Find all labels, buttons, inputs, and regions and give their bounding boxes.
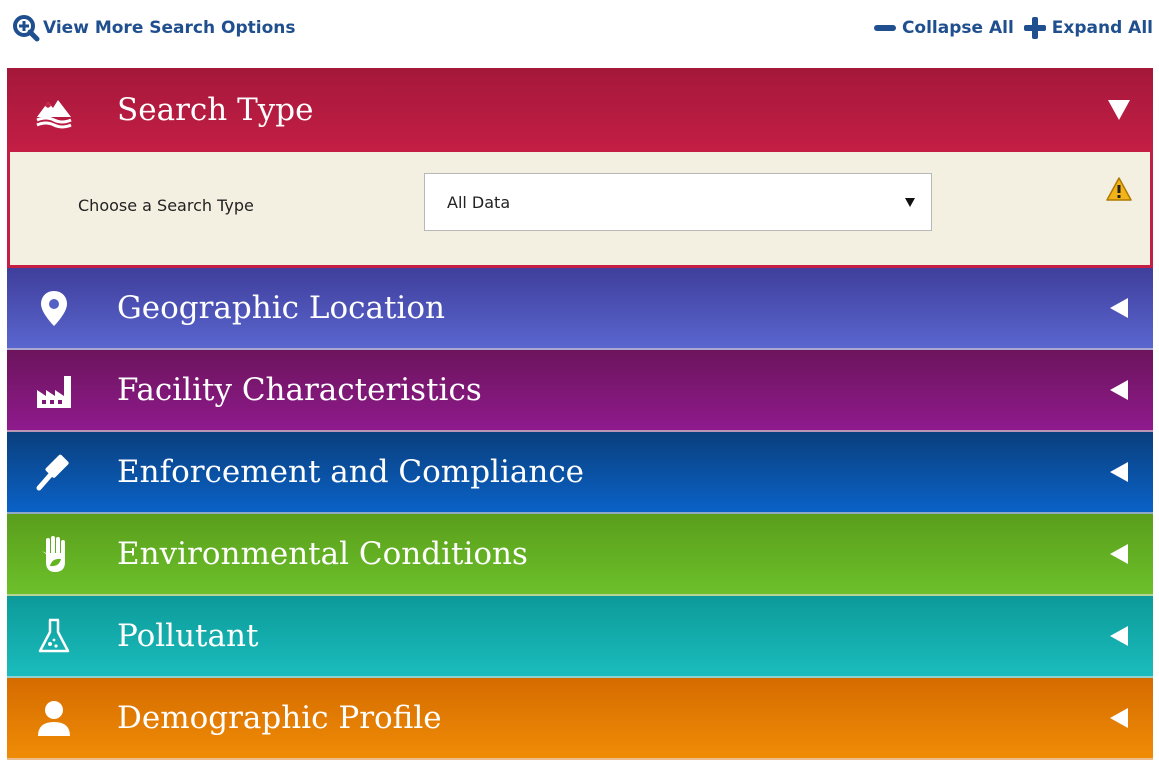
map-pin-icon [33, 287, 75, 329]
zoom-in-icon [13, 15, 40, 42]
panel-header-search-type[interactable]: Search Type [7, 68, 1153, 152]
minus-icon [873, 25, 896, 31]
view-more-search-options-link[interactable]: View More Search Options [12, 14, 295, 42]
search-type-select[interactable]: All Data [424, 173, 932, 231]
dropdown-caret-icon [905, 198, 915, 207]
expand-all-button[interactable]: Expand All [1023, 17, 1153, 39]
chevron-left-icon [1107, 706, 1131, 730]
person-icon [33, 697, 75, 739]
panel-title: Environmental Conditions [117, 536, 528, 572]
panel-header-enforcement-and-compliance[interactable]: Enforcement and Compliance [7, 432, 1153, 514]
panel-header-demographic-profile[interactable]: Demographic Profile [7, 678, 1153, 760]
search-type-selected-value: All Data [447, 192, 511, 212]
panel-title: Pollutant [117, 618, 259, 654]
chevron-left-icon [1107, 460, 1131, 484]
expand-collapse-controls: Collapse All Expand All [873, 14, 1153, 42]
chevron-left-icon [1107, 296, 1131, 320]
panel-title: Demographic Profile [117, 700, 442, 736]
chevron-left-icon [1107, 542, 1131, 566]
panel-header-environmental-conditions[interactable]: Environmental Conditions [7, 514, 1153, 596]
view-more-label: View More Search Options [43, 18, 296, 38]
collapse-all-button[interactable]: Collapse All [873, 18, 1014, 38]
panel-title: Facility Characteristics [117, 372, 482, 408]
chevron-left-icon [1107, 624, 1131, 648]
panel-header-geographic-location[interactable]: Geographic Location [7, 268, 1153, 350]
search-type-panel-body: Choose a Search Type All Data [7, 152, 1153, 268]
chevron-down-icon [1107, 98, 1131, 122]
mountains-icon [33, 89, 75, 131]
plus-icon [1023, 17, 1046, 39]
search-type-label: Choose a Search Type [78, 196, 254, 215]
factory-icon [33, 369, 75, 411]
panel-title: Search Type [117, 92, 314, 128]
hand-leaf-icon [33, 533, 75, 575]
search-accordion: Search Type Choose a Search Type All Dat… [7, 68, 1153, 760]
panel-title: Enforcement and Compliance [117, 454, 585, 490]
chevron-left-icon [1107, 378, 1131, 402]
panel-header-facility-characteristics[interactable]: Facility Characteristics [7, 350, 1153, 432]
flask-icon [33, 615, 75, 657]
warning-icon [1106, 177, 1132, 201]
expand-all-label: Expand All [1051, 18, 1153, 38]
gavel-icon [33, 451, 75, 493]
collapse-all-label: Collapse All [901, 18, 1014, 38]
toolbar: View More Search Options Collapse All Ex… [0, 0, 1159, 62]
panel-title: Geographic Location [117, 290, 445, 326]
panel-header-pollutant[interactable]: Pollutant [7, 596, 1153, 678]
